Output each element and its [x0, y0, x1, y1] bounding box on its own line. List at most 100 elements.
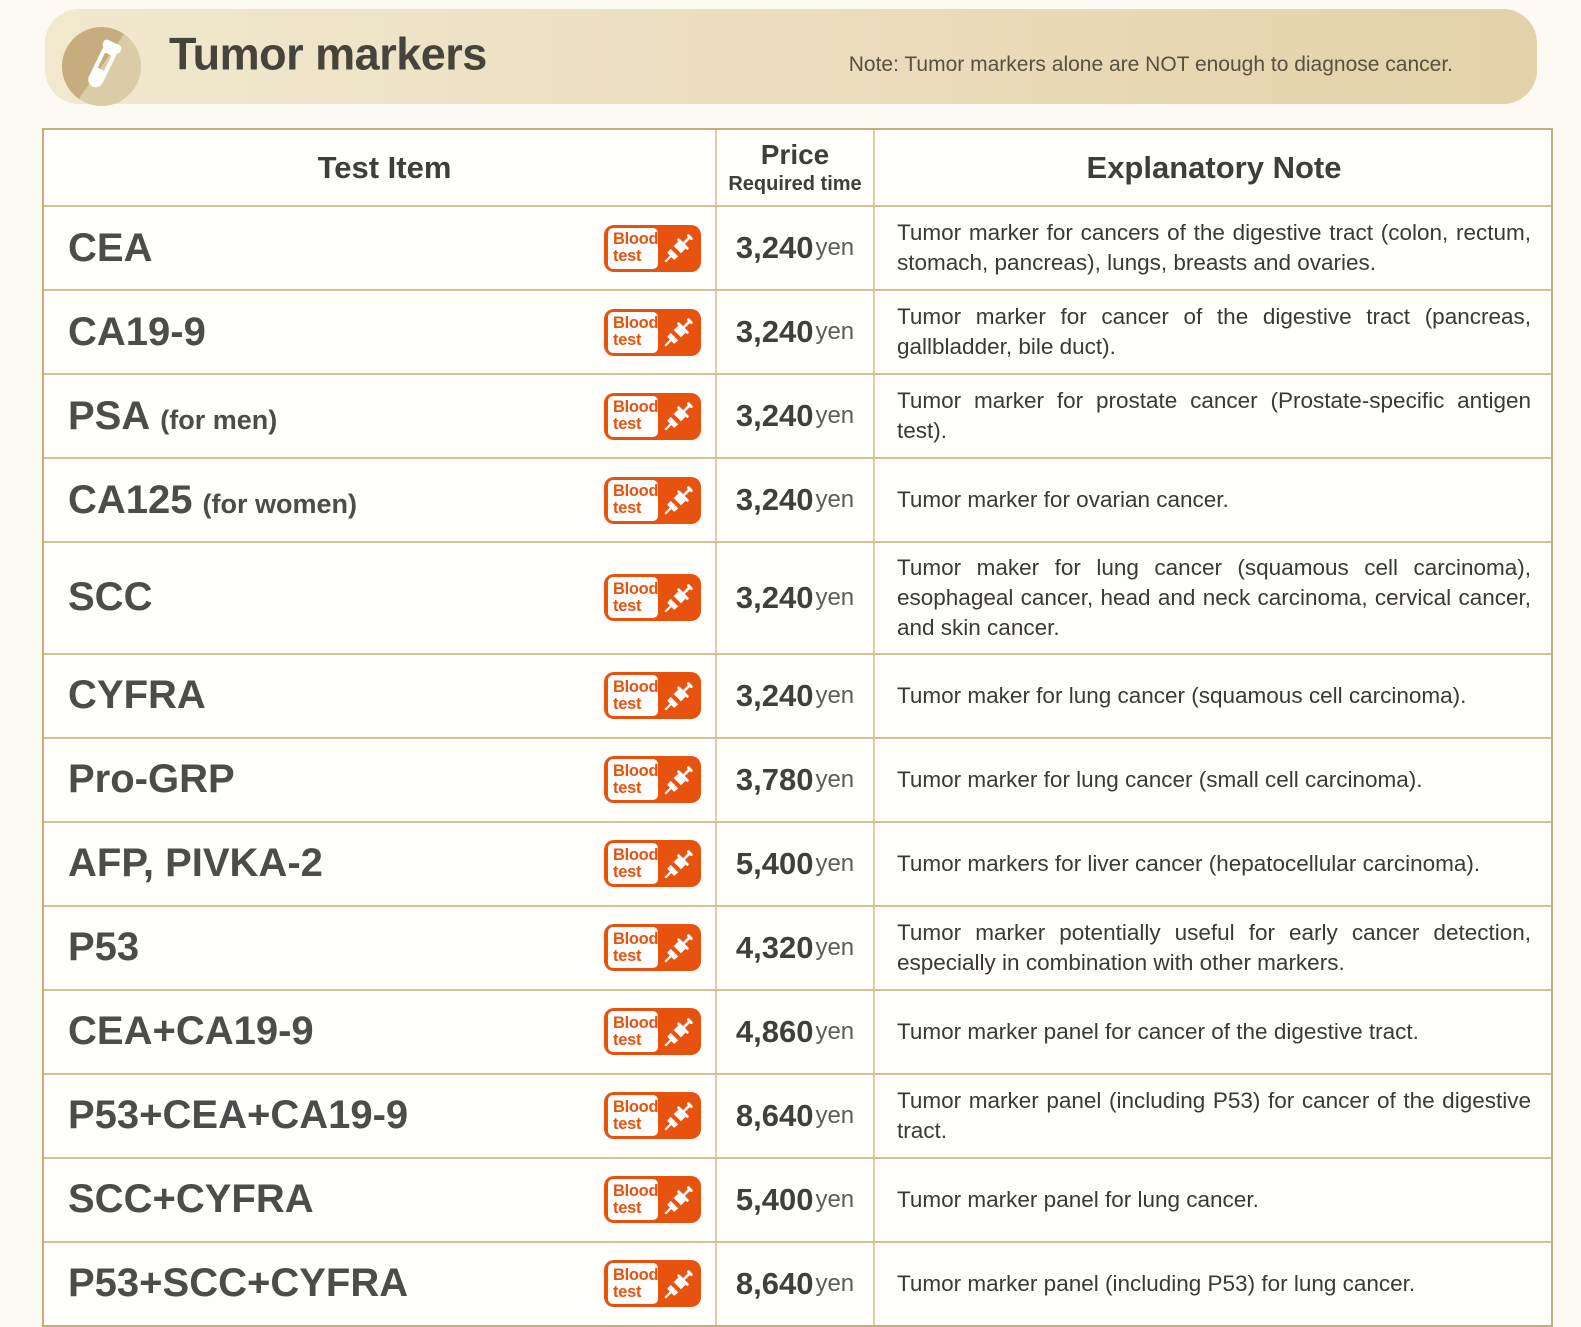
header-bar: Tumor markers Note: Tumor markers alone … — [45, 9, 1537, 104]
explanatory-note: Tumor marker panel (including P53) for l… — [897, 1269, 1531, 1299]
explanatory-note: Tumor marker for cancer of the digestive… — [897, 302, 1531, 362]
table-row: P53+SCC+CYFRA Blood test — [44, 1241, 1551, 1325]
column-header-explanatory-note: Explanatory Note — [875, 130, 1551, 205]
note-cell: Tumor marker for lung cancer (small cell… — [875, 739, 1551, 821]
test-name: P53+CEA+CA19-9 — [68, 1093, 408, 1138]
test-item-cell: Pro-GRP Blood test — [44, 739, 717, 821]
blood-test-badge: Blood test — [604, 225, 701, 272]
price-cell: 3,240 yen — [717, 207, 875, 289]
syringe-icon — [659, 228, 699, 268]
note-cell: Tumor marker for ovarian cancer. — [875, 459, 1551, 541]
test-name: P53+SCC+CYFRA — [68, 1261, 408, 1306]
test-item-cell: SCC Blood test — [44, 543, 717, 653]
table-row: CA125 (for women) Blood test — [44, 457, 1551, 541]
test-name: PSA (for men) — [68, 394, 277, 439]
price-cell: 3,240 yen — [717, 459, 875, 541]
tumor-marker-table: Test Item Price Required time Explanator… — [42, 128, 1553, 1327]
test-name: P53 — [68, 925, 139, 970]
test-name: Pro-GRP — [68, 757, 235, 802]
syringe-icon — [659, 1180, 699, 1220]
blood-test-label: Blood test — [608, 228, 658, 269]
price-cell: 3,240 yen — [717, 375, 875, 457]
price-cell: 3,240 yen — [717, 291, 875, 373]
test-item-cell: CYFRA Blood test — [44, 655, 717, 737]
price-cell: 3,240 yen — [717, 655, 875, 737]
blood-test-badge: Blood test — [604, 393, 701, 440]
syringe-icon — [659, 578, 699, 618]
table-row: SCC Blood test — [44, 541, 1551, 653]
table-row: P53+CEA+CA19-9 Blood test — [44, 1073, 1551, 1157]
table-row: Pro-GRP Blood test — [44, 737, 1551, 821]
blood-test-label: Blood test — [608, 312, 658, 353]
test-item-cell: CEA+CA19-9 Blood test — [44, 991, 717, 1073]
syringe-icon — [659, 1264, 699, 1304]
blood-test-label: Blood test — [608, 1179, 658, 1220]
blood-test-label: Blood test — [608, 577, 658, 618]
note-cell: Tumor maker for lung cancer (squamous ce… — [875, 655, 1551, 737]
syringe-icon — [659, 760, 699, 800]
table-row: CA19-9 Blood test — [44, 289, 1551, 373]
explanatory-note: Tumor marker potentially useful for earl… — [897, 918, 1531, 978]
test-name: CA19-9 — [68, 310, 206, 355]
blood-test-badge: Blood test — [604, 672, 701, 719]
table-row: PSA (for men) Blood test — [44, 373, 1551, 457]
blood-test-badge: Blood test — [604, 924, 701, 971]
price-cell: 4,860 yen — [717, 991, 875, 1073]
explanatory-note: Tumor maker for lung cancer (squamous ce… — [897, 553, 1531, 643]
test-item-cell: SCC+CYFRA Blood test — [44, 1159, 717, 1241]
blood-test-label: Blood test — [608, 927, 658, 968]
blood-test-badge: Blood test — [604, 1176, 701, 1223]
blood-test-label: Blood test — [608, 759, 658, 800]
syringe-icon — [659, 396, 699, 436]
table-row: P53 Blood test — [44, 905, 1551, 989]
test-name: AFP, PIVKA-2 — [68, 841, 323, 886]
blood-test-label: Blood test — [608, 480, 658, 521]
price-cell: 8,640 yen — [717, 1075, 875, 1157]
blood-test-badge: Blood test — [604, 309, 701, 356]
table-row: AFP, PIVKA-2 Blood test — [44, 821, 1551, 905]
column-header-test-item: Test Item — [44, 130, 717, 205]
note-cell: Tumor maker for lung cancer (squamous ce… — [875, 543, 1551, 653]
blood-test-label: Blood test — [608, 1011, 658, 1052]
blood-test-badge: Blood test — [604, 756, 701, 803]
test-tube-icon — [62, 27, 141, 106]
blood-test-badge: Blood test — [604, 477, 701, 524]
price-cell: 3,780 yen — [717, 739, 875, 821]
blood-test-badge: Blood test — [604, 1008, 701, 1055]
note-cell: Tumor marker for cancers of the digestiv… — [875, 207, 1551, 289]
price-cell: 5,400 yen — [717, 823, 875, 905]
table-row: CYFRA Blood test — [44, 653, 1551, 737]
column-header-price: Price Required time — [717, 130, 875, 205]
syringe-icon — [659, 312, 699, 352]
test-item-cell: CEA Blood test — [44, 207, 717, 289]
blood-test-label: Blood test — [608, 1263, 658, 1304]
test-item-cell: PSA (for men) Blood test — [44, 375, 717, 457]
page-title: Tumor markers — [169, 28, 487, 80]
explanatory-note: Tumor markers for liver cancer (hepatoce… — [897, 849, 1531, 879]
table-row: CEA+CA19-9 Blood test — [44, 989, 1551, 1073]
explanatory-note: Tumor marker for lung cancer (small cell… — [897, 765, 1531, 795]
syringe-icon — [659, 1096, 699, 1136]
explanatory-note: Tumor maker for lung cancer (squamous ce… — [897, 681, 1531, 711]
explanatory-note: Tumor marker panel for lung cancer. — [897, 1185, 1531, 1215]
test-name: CYFRA — [68, 673, 206, 718]
price-header-label: Price — [761, 139, 830, 171]
explanatory-note: Tumor marker for cancers of the digestiv… — [897, 218, 1531, 278]
test-item-cell: P53+CEA+CA19-9 Blood test — [44, 1075, 717, 1157]
test-name: CA125 (for women) — [68, 478, 357, 523]
blood-test-badge: Blood test — [604, 574, 701, 621]
table-row: SCC+CYFRA Blood test — [44, 1157, 1551, 1241]
explanatory-note: Tumor marker panel for cancer of the dig… — [897, 1017, 1531, 1047]
syringe-icon — [659, 1012, 699, 1052]
syringe-icon — [659, 928, 699, 968]
syringe-icon — [659, 480, 699, 520]
blood-test-label: Blood test — [608, 1095, 658, 1136]
note-cell: Tumor marker panel (including P53) for c… — [875, 1075, 1551, 1157]
test-item-cell: P53+SCC+CYFRA Blood test — [44, 1243, 717, 1325]
note-cell: Tumor marker panel (including P53) for l… — [875, 1243, 1551, 1325]
header-note: Note: Tumor markers alone are NOT enough… — [849, 53, 1453, 77]
test-name: CEA+CA19-9 — [68, 1009, 314, 1054]
note-cell: Tumor marker potentially useful for earl… — [875, 907, 1551, 989]
explanatory-note: Tumor marker for prostate cancer (Prosta… — [897, 386, 1531, 446]
blood-test-label: Blood test — [608, 675, 658, 716]
